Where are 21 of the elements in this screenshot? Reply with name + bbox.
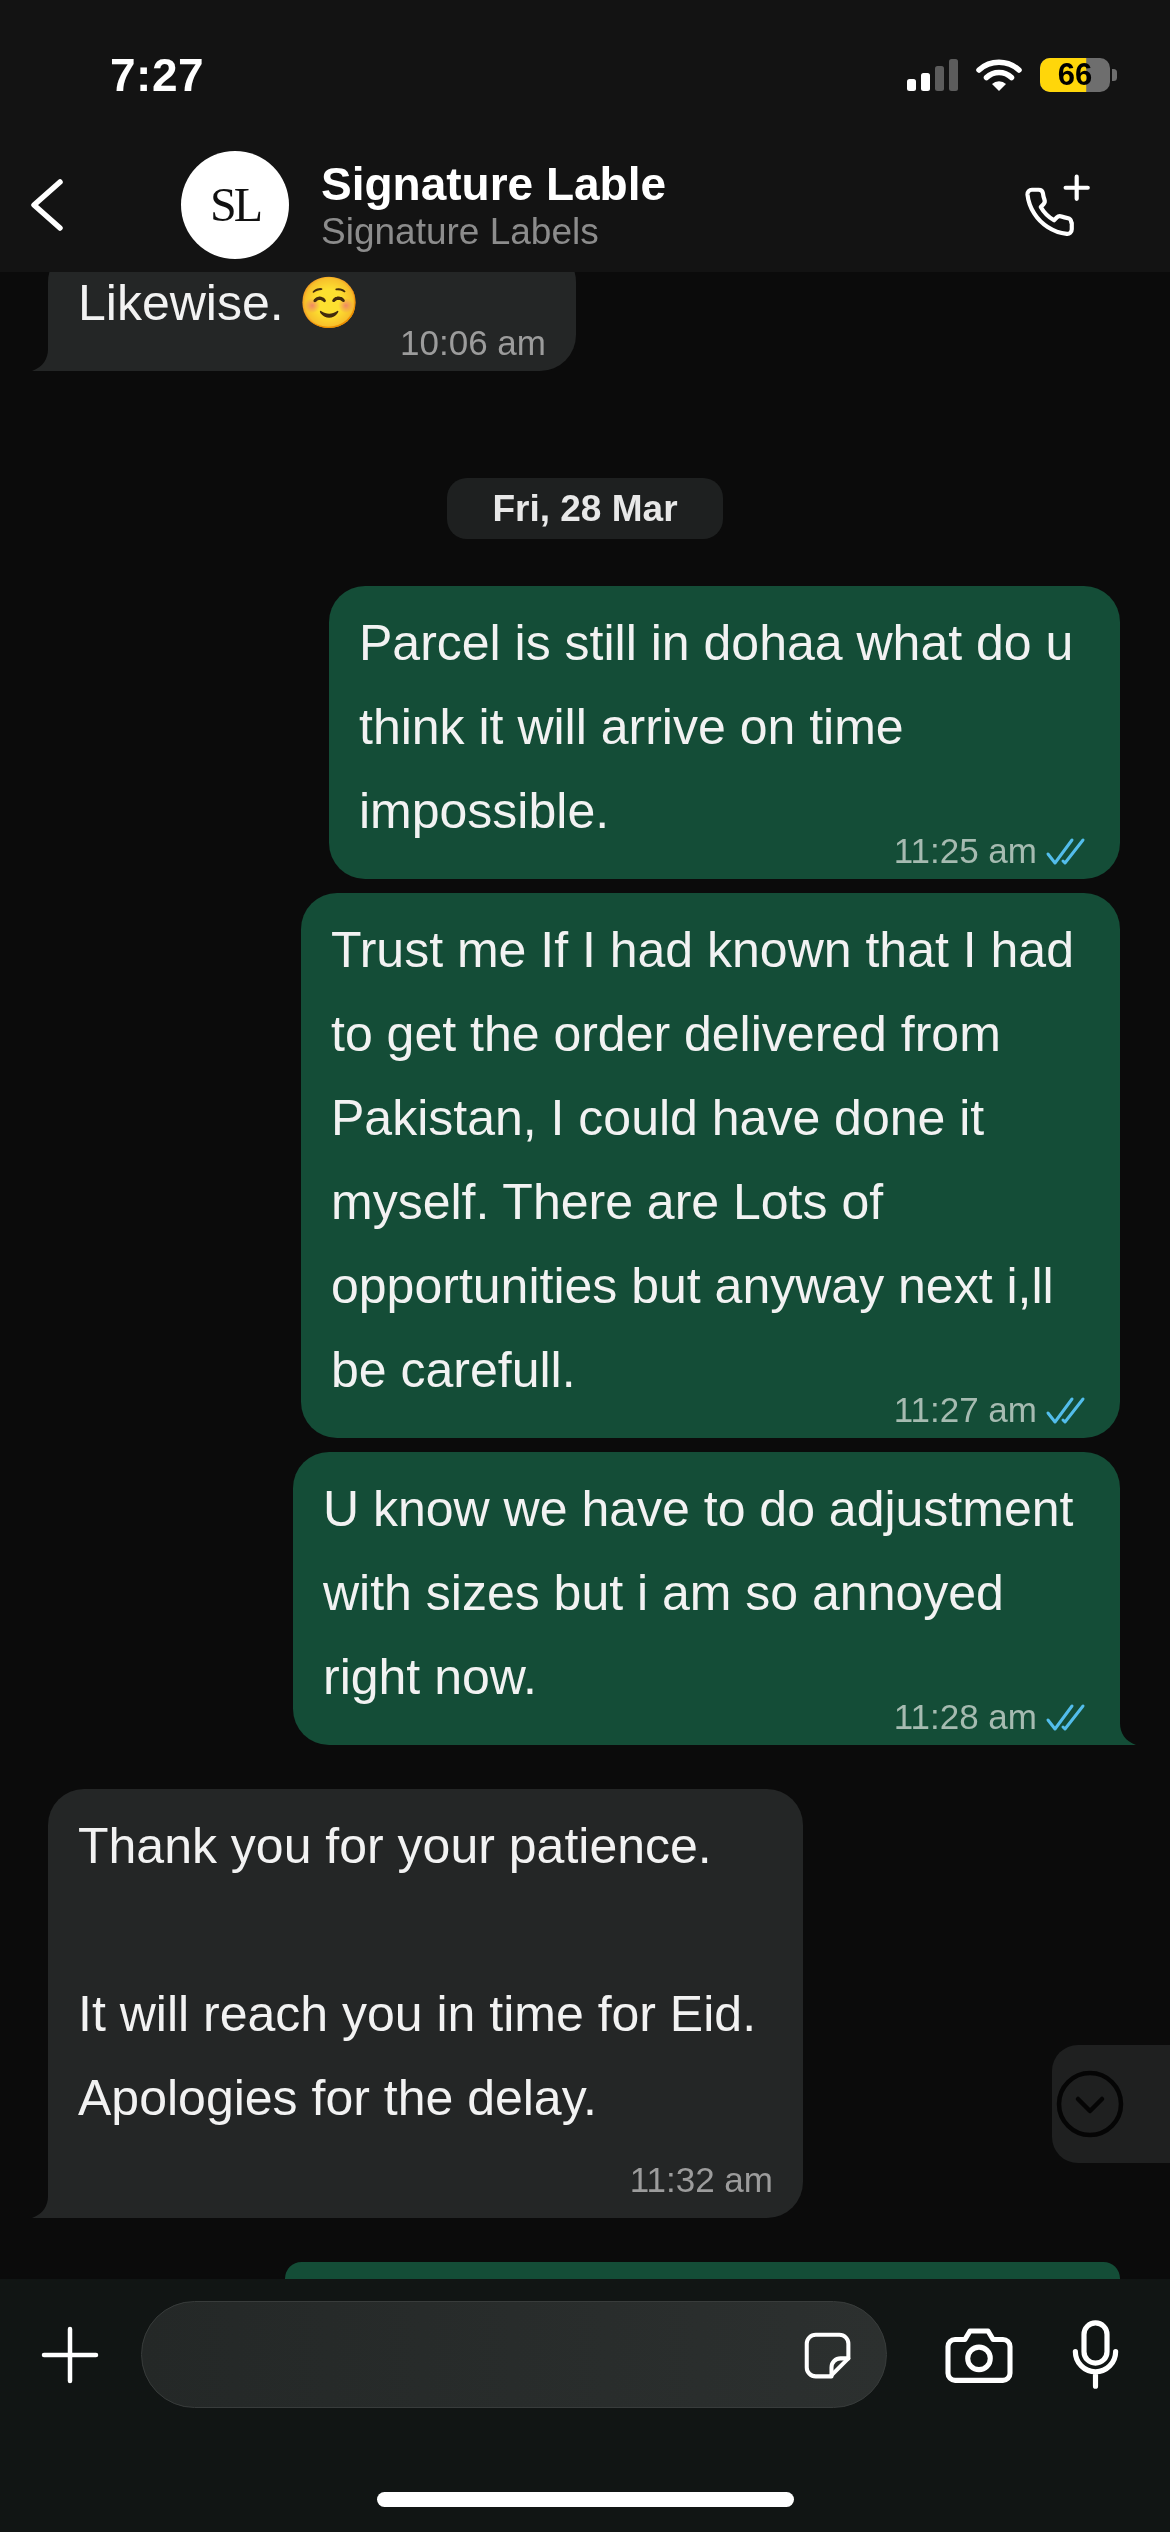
message-text: Thank you for your patience. It will reach you in time for Eid. Apologies for the delay. xyxy=(78,1818,757,2126)
status-time: 7:27 xyxy=(110,48,205,102)
message-time: 11:32 am xyxy=(629,2162,773,2198)
signal-icon xyxy=(907,59,958,91)
contact-avatar[interactable]: SL xyxy=(181,151,289,259)
microphone-icon xyxy=(1072,2320,1119,2389)
contact-name[interactable]: Signature Lable xyxy=(321,157,667,211)
add-call-button[interactable] xyxy=(1022,173,1092,237)
attach-button[interactable] xyxy=(41,2325,99,2384)
microphone-button[interactable] xyxy=(1072,2320,1119,2389)
wifi-icon xyxy=(975,58,1023,92)
plus-icon xyxy=(41,2325,99,2384)
back-button[interactable] xyxy=(28,178,64,232)
logo-text: SL xyxy=(210,181,260,229)
chevron-down-circle-icon xyxy=(1056,2070,1124,2138)
chevron-left-icon xyxy=(28,178,64,232)
date-chip: Fri, 28 Mar xyxy=(447,478,723,539)
phone-plus-icon xyxy=(1022,173,1092,237)
contact-subtitle: Signature Labels xyxy=(321,211,600,253)
message-text: Likewise. ☺ xyxy=(78,275,360,331)
message-time: 10:06 am xyxy=(400,325,546,361)
